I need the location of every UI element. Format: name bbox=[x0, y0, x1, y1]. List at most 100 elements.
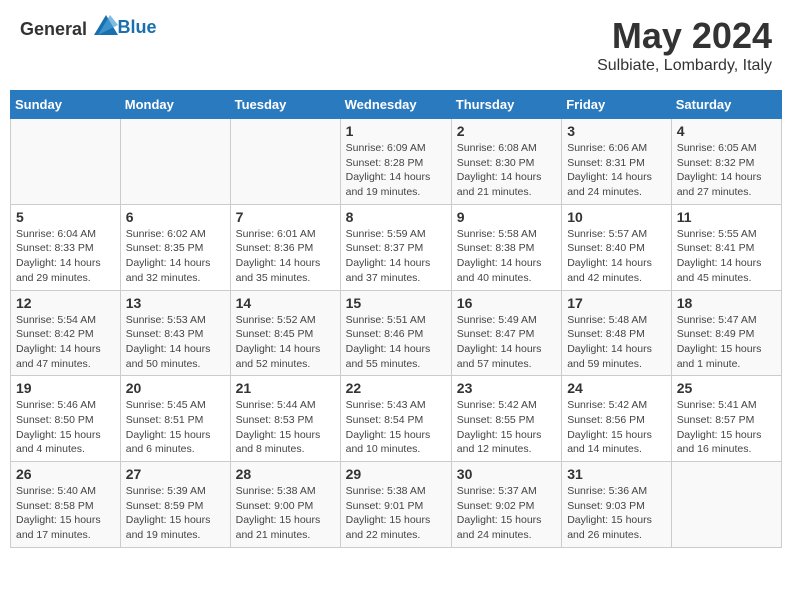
calendar-cell: 15 Sunrise: 5:51 AM Sunset: 8:46 PM Dayli… bbox=[340, 290, 451, 376]
day-number: 8 bbox=[346, 209, 446, 225]
day-info: Sunrise: 5:58 AM Sunset: 8:38 PM Dayligh… bbox=[457, 227, 556, 286]
calendar-table: SundayMondayTuesdayWednesdayThursdayFrid… bbox=[10, 90, 782, 548]
logo-blue: Blue bbox=[118, 17, 157, 37]
day-header-monday: Monday bbox=[120, 91, 230, 119]
day-info: Sunrise: 5:42 AM Sunset: 8:55 PM Dayligh… bbox=[457, 398, 556, 457]
day-info: Sunrise: 6:06 AM Sunset: 8:31 PM Dayligh… bbox=[567, 141, 666, 200]
calendar-cell: 22 Sunrise: 5:43 AM Sunset: 8:54 PM Dayli… bbox=[340, 376, 451, 462]
day-number: 3 bbox=[567, 123, 666, 139]
calendar-cell: 16 Sunrise: 5:49 AM Sunset: 8:47 PM Dayli… bbox=[451, 290, 561, 376]
day-number: 23 bbox=[457, 380, 556, 396]
calendar-cell: 12 Sunrise: 5:54 AM Sunset: 8:42 PM Dayli… bbox=[11, 290, 121, 376]
day-info: Sunrise: 5:59 AM Sunset: 8:37 PM Dayligh… bbox=[346, 227, 446, 286]
day-info: Sunrise: 5:40 AM Sunset: 8:58 PM Dayligh… bbox=[16, 484, 115, 543]
day-number: 6 bbox=[126, 209, 225, 225]
logo-general: General bbox=[20, 19, 87, 39]
calendar-cell: 24Sunrise: 5:42 AM Sunset: 8:56 PM Dayli… bbox=[562, 376, 672, 462]
day-header-tuesday: Tuesday bbox=[230, 91, 340, 119]
calendar-cell: 19 Sunrise: 5:46 AM Sunset: 8:50 PM Dayli… bbox=[11, 376, 121, 462]
calendar-cell: 21Sunrise: 5:44 AM Sunset: 8:53 PM Dayli… bbox=[230, 376, 340, 462]
day-number: 12 bbox=[16, 295, 115, 311]
calendar-cell: 3 Sunrise: 6:06 AM Sunset: 8:31 PM Daylig… bbox=[562, 119, 672, 205]
day-info: Sunrise: 6:04 AM Sunset: 8:33 PM Dayligh… bbox=[16, 227, 115, 286]
day-number: 11 bbox=[677, 209, 776, 225]
calendar-cell: 9 Sunrise: 5:58 AM Sunset: 8:38 PM Daylig… bbox=[451, 204, 561, 290]
day-info: Sunrise: 5:46 AM Sunset: 8:50 PM Dayligh… bbox=[16, 398, 115, 457]
day-info: Sunrise: 5:37 AM Sunset: 9:02 PM Dayligh… bbox=[457, 484, 556, 543]
calendar-cell: 10 Sunrise: 5:57 AM Sunset: 8:40 PM Dayli… bbox=[562, 204, 672, 290]
day-info: Sunrise: 6:02 AM Sunset: 8:35 PM Dayligh… bbox=[126, 227, 225, 286]
page-header: General Blue May 2024 Sulbiate, Lombardy… bbox=[10, 10, 782, 80]
day-number: 13 bbox=[126, 295, 225, 311]
day-number: 28 bbox=[236, 466, 335, 482]
day-number: 21 bbox=[236, 380, 335, 396]
title-area: May 2024 Sulbiate, Lombardy, Italy bbox=[597, 15, 772, 75]
day-number: 31 bbox=[567, 466, 666, 482]
month-title: May 2024 bbox=[597, 15, 772, 57]
day-number: 15 bbox=[346, 295, 446, 311]
calendar-cell bbox=[230, 119, 340, 205]
day-number: 18 bbox=[677, 295, 776, 311]
calendar-week-1: 1Sunrise: 6:09 AM Sunset: 8:28 PM Daylig… bbox=[11, 119, 782, 205]
logo-icon bbox=[94, 15, 118, 35]
day-info: Sunrise: 5:49 AM Sunset: 8:47 PM Dayligh… bbox=[457, 313, 556, 372]
day-number: 10 bbox=[567, 209, 666, 225]
day-header-friday: Friday bbox=[562, 91, 672, 119]
day-number: 30 bbox=[457, 466, 556, 482]
logo: General Blue bbox=[20, 15, 157, 40]
calendar-cell: 18 Sunrise: 5:47 AM Sunset: 8:49 PM Dayli… bbox=[671, 290, 781, 376]
calendar-cell: 20Sunrise: 5:45 AM Sunset: 8:51 PM Dayli… bbox=[120, 376, 230, 462]
day-info: Sunrise: 6:09 AM Sunset: 8:28 PM Dayligh… bbox=[346, 141, 446, 200]
day-number: 4 bbox=[677, 123, 776, 139]
calendar-cell: 5 Sunrise: 6:04 AM Sunset: 8:33 PM Daylig… bbox=[11, 204, 121, 290]
day-info: Sunrise: 5:52 AM Sunset: 8:45 PM Dayligh… bbox=[236, 313, 335, 372]
day-info: Sunrise: 6:01 AM Sunset: 8:36 PM Dayligh… bbox=[236, 227, 335, 286]
day-header-wednesday: Wednesday bbox=[340, 91, 451, 119]
day-number: 25 bbox=[677, 380, 776, 396]
day-info: Sunrise: 6:05 AM Sunset: 8:32 PM Dayligh… bbox=[677, 141, 776, 200]
day-number: 7 bbox=[236, 209, 335, 225]
day-info: Sunrise: 5:54 AM Sunset: 8:42 PM Dayligh… bbox=[16, 313, 115, 372]
day-info: Sunrise: 5:36 AM Sunset: 9:03 PM Dayligh… bbox=[567, 484, 666, 543]
calendar-week-3: 12 Sunrise: 5:54 AM Sunset: 8:42 PM Dayli… bbox=[11, 290, 782, 376]
day-number: 5 bbox=[16, 209, 115, 225]
day-info: Sunrise: 5:57 AM Sunset: 8:40 PM Dayligh… bbox=[567, 227, 666, 286]
day-number: 26 bbox=[16, 466, 115, 482]
day-info: Sunrise: 5:53 AM Sunset: 8:43 PM Dayligh… bbox=[126, 313, 225, 372]
day-number: 17 bbox=[567, 295, 666, 311]
calendar-cell bbox=[11, 119, 121, 205]
day-number: 16 bbox=[457, 295, 556, 311]
day-number: 2 bbox=[457, 123, 556, 139]
day-info: Sunrise: 5:39 AM Sunset: 8:59 PM Dayligh… bbox=[126, 484, 225, 543]
day-info: Sunrise: 5:41 AM Sunset: 8:57 PM Dayligh… bbox=[677, 398, 776, 457]
day-info: Sunrise: 5:48 AM Sunset: 8:48 PM Dayligh… bbox=[567, 313, 666, 372]
calendar-cell: 30 Sunrise: 5:37 AM Sunset: 9:02 PM Dayli… bbox=[451, 462, 561, 548]
day-number: 22 bbox=[346, 380, 446, 396]
day-info: Sunrise: 5:38 AM Sunset: 9:01 PM Dayligh… bbox=[346, 484, 446, 543]
day-info: Sunrise: 5:55 AM Sunset: 8:41 PM Dayligh… bbox=[677, 227, 776, 286]
calendar-cell: 11 Sunrise: 5:55 AM Sunset: 8:41 PM Dayli… bbox=[671, 204, 781, 290]
day-info: Sunrise: 5:42 AM Sunset: 8:56 PM Dayligh… bbox=[567, 398, 666, 457]
calendar-cell: 23 Sunrise: 5:42 AM Sunset: 8:55 PM Dayli… bbox=[451, 376, 561, 462]
calendar-cell: 4 Sunrise: 6:05 AM Sunset: 8:32 PM Daylig… bbox=[671, 119, 781, 205]
calendar-cell bbox=[120, 119, 230, 205]
calendar-cell: 1Sunrise: 6:09 AM Sunset: 8:28 PM Daylig… bbox=[340, 119, 451, 205]
calendar-cell: 6 Sunrise: 6:02 AM Sunset: 8:35 PM Daylig… bbox=[120, 204, 230, 290]
calendar-week-4: 19 Sunrise: 5:46 AM Sunset: 8:50 PM Dayli… bbox=[11, 376, 782, 462]
calendar-cell: 7 Sunrise: 6:01 AM Sunset: 8:36 PM Daylig… bbox=[230, 204, 340, 290]
day-info: Sunrise: 5:43 AM Sunset: 8:54 PM Dayligh… bbox=[346, 398, 446, 457]
day-info: Sunrise: 5:51 AM Sunset: 8:46 PM Dayligh… bbox=[346, 313, 446, 372]
day-header-saturday: Saturday bbox=[671, 91, 781, 119]
calendar-header-row: SundayMondayTuesdayWednesdayThursdayFrid… bbox=[11, 91, 782, 119]
day-number: 9 bbox=[457, 209, 556, 225]
day-number: 19 bbox=[16, 380, 115, 396]
calendar-cell: 25 Sunrise: 5:41 AM Sunset: 8:57 PM Dayli… bbox=[671, 376, 781, 462]
day-info: Sunrise: 5:38 AM Sunset: 9:00 PM Dayligh… bbox=[236, 484, 335, 543]
day-info: Sunrise: 5:47 AM Sunset: 8:49 PM Dayligh… bbox=[677, 313, 776, 372]
calendar-cell: 29 Sunrise: 5:38 AM Sunset: 9:01 PM Dayli… bbox=[340, 462, 451, 548]
calendar-cell bbox=[671, 462, 781, 548]
day-header-thursday: Thursday bbox=[451, 91, 561, 119]
day-number: 29 bbox=[346, 466, 446, 482]
day-info: Sunrise: 6:08 AM Sunset: 8:30 PM Dayligh… bbox=[457, 141, 556, 200]
calendar-cell: 2 Sunrise: 6:08 AM Sunset: 8:30 PM Daylig… bbox=[451, 119, 561, 205]
